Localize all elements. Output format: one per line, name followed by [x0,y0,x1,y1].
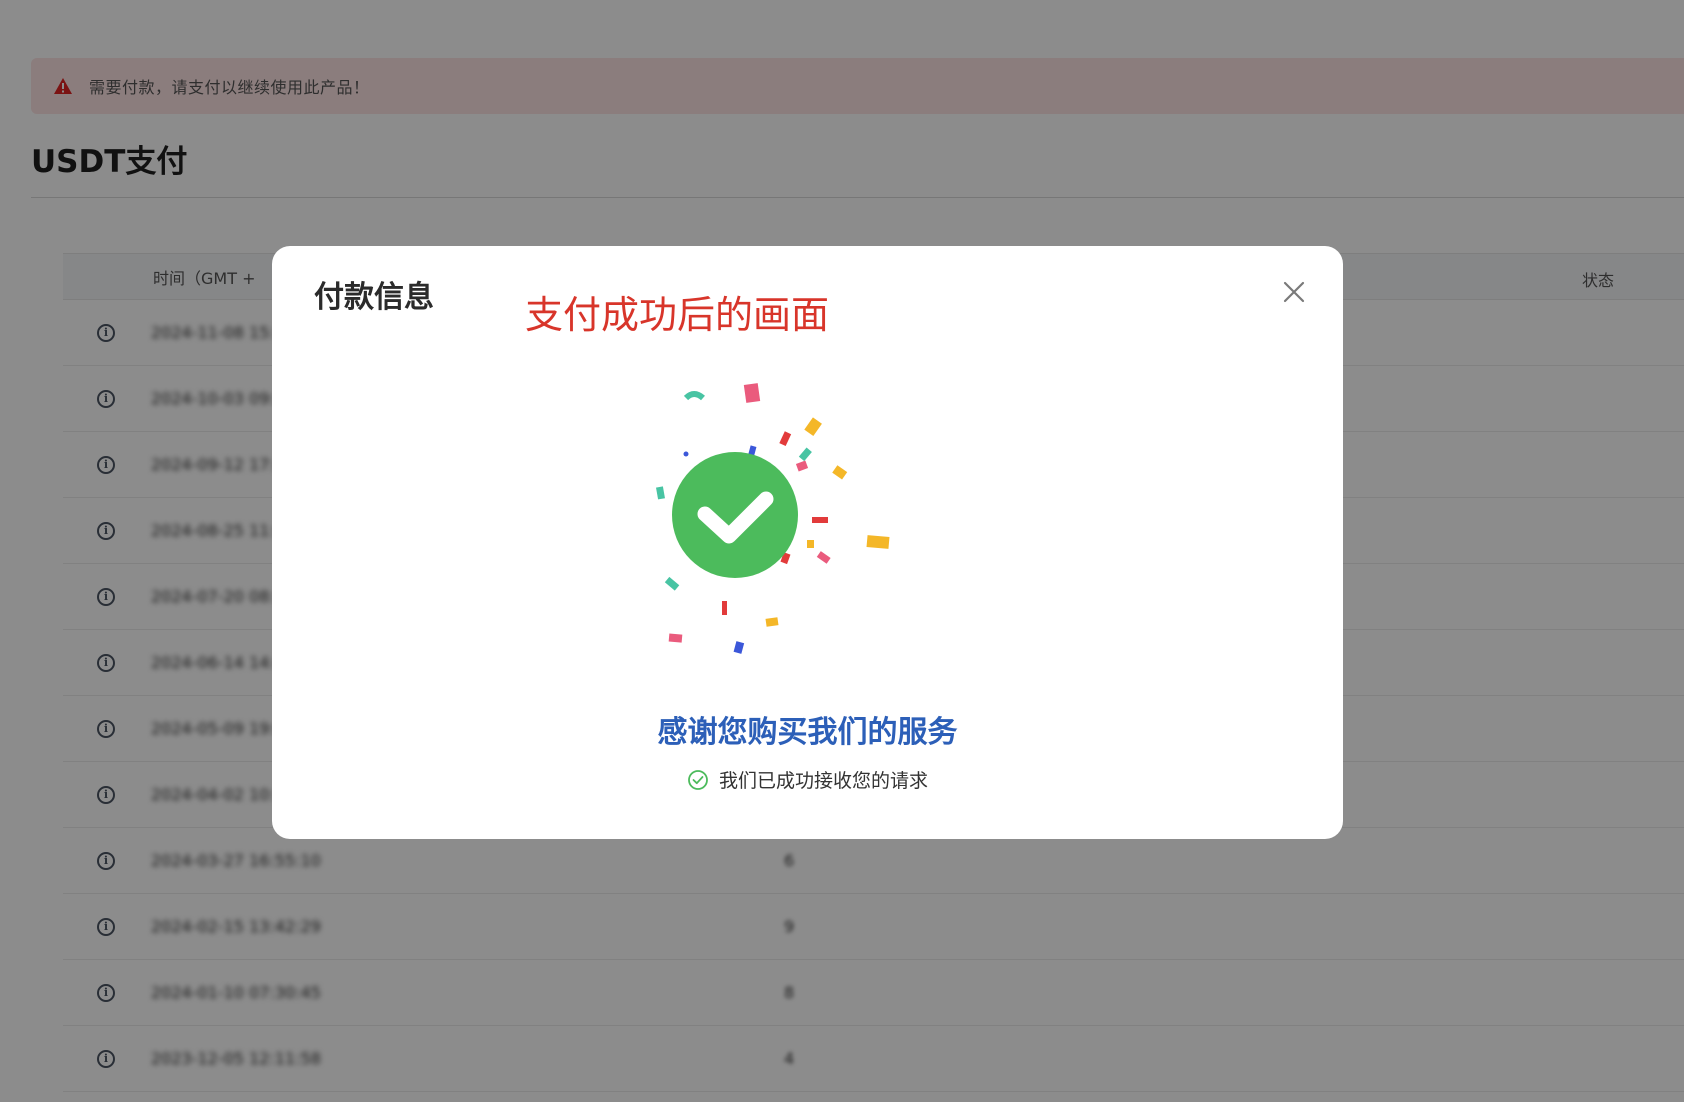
payment-info-modal: 付款信息 支付成功后的画面 感谢您购买我们的服务 我们已成功接收您的请求 [272,246,1343,839]
modal-title: 付款信息 [314,280,434,315]
received-text: 我们已成功接收您的请求 [718,770,928,792]
received-message: 我们已成功接收您的请求 [272,766,1343,793]
success-illustration [656,383,890,654]
close-icon[interactable] [1278,276,1310,308]
check-circle-icon [672,452,798,578]
annotation-text: 支付成功后的画面 [525,293,830,337]
check-circle-outline-icon [688,769,708,790]
thanks-message: 感谢您购买我们的服务 [657,715,958,750]
page-background: 需要付款，请支付以继续使用此产品！ USDT支付 时间（GMT + 状态 i 20… [0,0,1684,1102]
